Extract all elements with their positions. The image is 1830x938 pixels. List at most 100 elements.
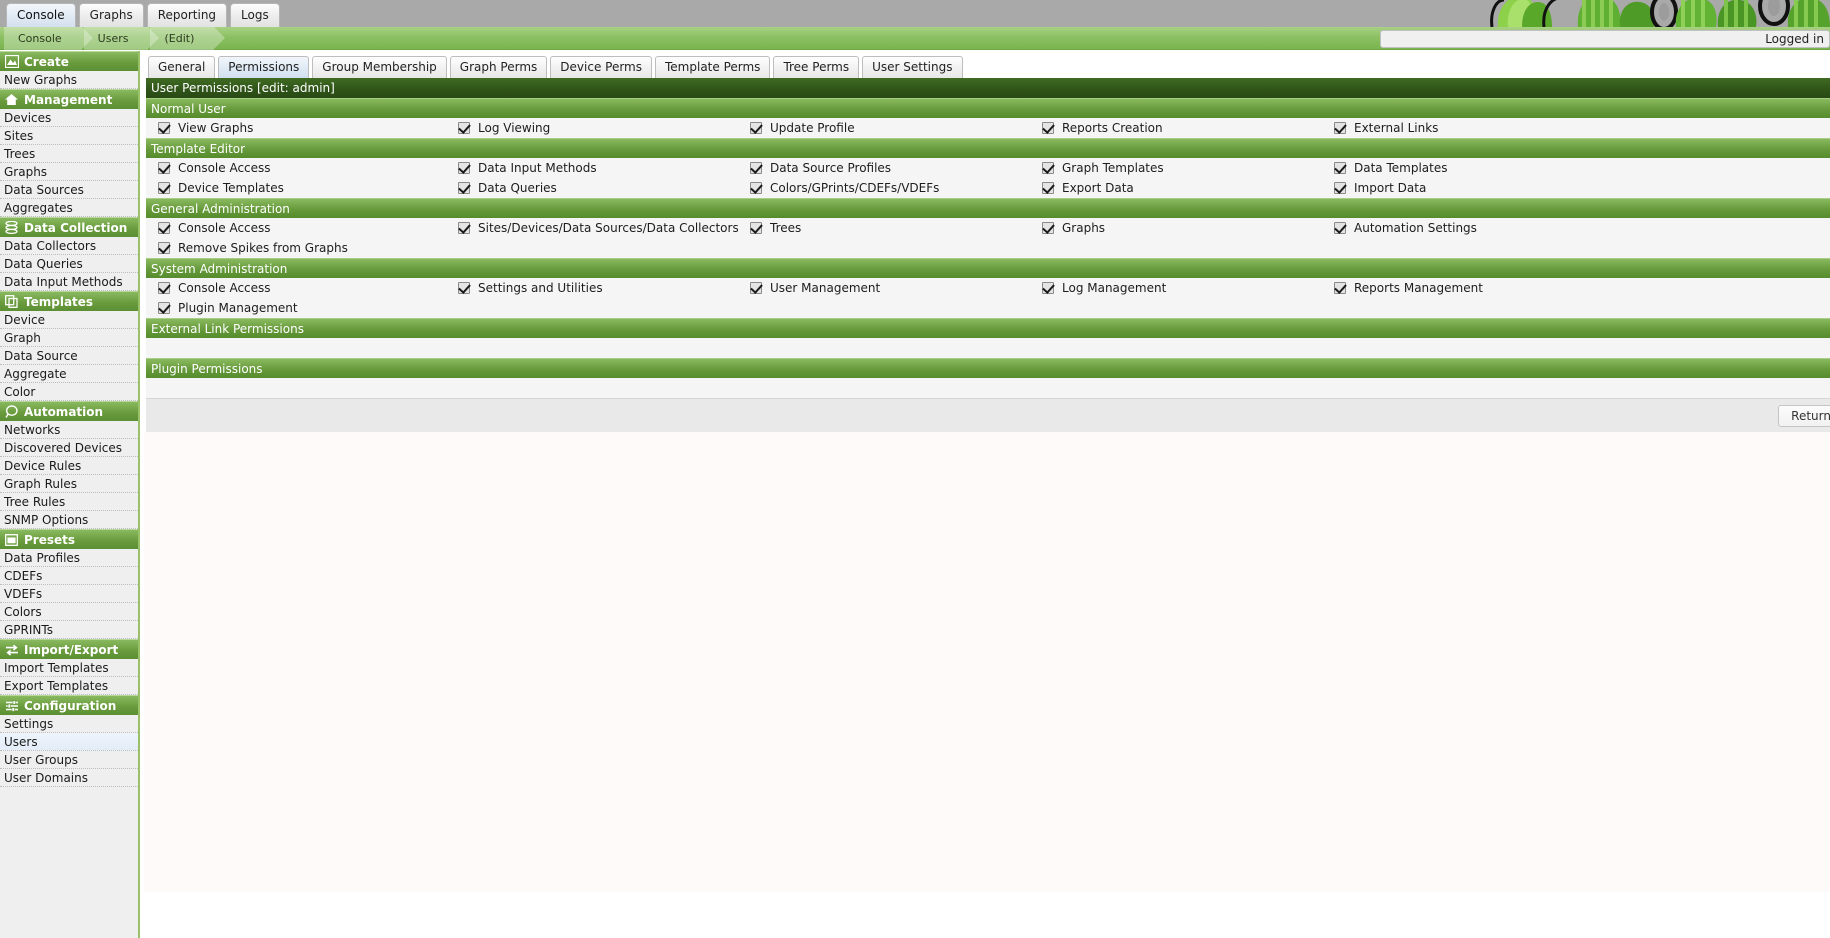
sidebar-item-device[interactable]: Device xyxy=(0,311,138,329)
tab-device-perms[interactable]: Device Perms xyxy=(550,56,652,78)
tab-permissions[interactable]: Permissions xyxy=(218,56,310,78)
permission-plugin-management[interactable]: Plugin Management xyxy=(146,298,446,318)
permission-data-queries[interactable]: Data Queries xyxy=(446,178,738,198)
sidebar-group-data-collection[interactable]: Data Collection xyxy=(0,217,138,237)
top-tab-logs[interactable]: Logs xyxy=(230,3,280,27)
sidebar-item-data-source[interactable]: Data Source xyxy=(0,347,138,365)
sidebar-item-aggregate[interactable]: Aggregate xyxy=(0,365,138,383)
checkbox[interactable] xyxy=(158,302,170,314)
tab-graph-perms[interactable]: Graph Perms xyxy=(449,56,548,78)
sidebar-group-presets[interactable]: Presets xyxy=(0,529,138,549)
permission-log-management[interactable]: Log Management xyxy=(1030,278,1322,298)
header-search-box[interactable] xyxy=(1380,30,1830,48)
sidebar-item-export-templates[interactable]: Export Templates xyxy=(0,677,138,695)
permission-trees[interactable]: Trees xyxy=(738,218,1030,238)
checkbox[interactable] xyxy=(158,122,170,134)
sidebar-item-graphs[interactable]: Graphs xyxy=(0,163,138,181)
checkbox[interactable] xyxy=(458,282,470,294)
sidebar-item-settings[interactable]: Settings xyxy=(0,715,138,733)
permission-import-data[interactable]: Import Data xyxy=(1322,178,1614,198)
sidebar-item-user-groups[interactable]: User Groups xyxy=(0,751,138,769)
permission-external-links[interactable]: External Links xyxy=(1322,118,1614,138)
sidebar-item-users[interactable]: Users xyxy=(0,733,138,751)
tab-template-perms[interactable]: Template Perms xyxy=(655,56,771,78)
checkbox[interactable] xyxy=(1334,222,1346,234)
sidebar-item-discovered-devices[interactable]: Discovered Devices xyxy=(0,439,138,457)
checkbox[interactable] xyxy=(458,162,470,174)
checkbox[interactable] xyxy=(1042,162,1054,174)
checkbox[interactable] xyxy=(158,282,170,294)
sidebar-item-cdefs[interactable]: CDEFs xyxy=(0,567,138,585)
permission-data-source-profiles[interactable]: Data Source Profiles xyxy=(738,158,1030,178)
main-navigation-tabs[interactable]: Console Graphs Reporting Logs xyxy=(6,3,280,27)
breadcrumb-item-console[interactable]: Console xyxy=(4,27,93,50)
top-tab-graphs[interactable]: Graphs xyxy=(78,3,144,27)
checkbox[interactable] xyxy=(1042,282,1054,294)
sidebar-group-create[interactable]: Create xyxy=(0,51,138,71)
tab-general[interactable]: General xyxy=(148,56,216,78)
sidebar-item-user-domains[interactable]: User Domains xyxy=(0,769,138,787)
breadcrumb-item-users[interactable]: Users xyxy=(83,27,160,50)
tab-user-settings[interactable]: User Settings xyxy=(862,56,963,78)
sidebar-item-import-templates[interactable]: Import Templates xyxy=(0,659,138,677)
return-button[interactable]: Return xyxy=(1778,405,1830,427)
sidebar-item-data-profiles[interactable]: Data Profiles xyxy=(0,549,138,567)
sidebar-group-configuration[interactable]: Configuration xyxy=(0,695,138,715)
sidebar-group-management[interactable]: Management xyxy=(0,89,138,109)
permission-user-management[interactable]: User Management xyxy=(738,278,1030,298)
checkbox[interactable] xyxy=(1334,282,1346,294)
checkbox[interactable] xyxy=(458,182,470,194)
permission-settings-and-utilities[interactable]: Settings and Utilities xyxy=(446,278,738,298)
checkbox[interactable] xyxy=(750,182,762,194)
permission-data-input-methods[interactable]: Data Input Methods xyxy=(446,158,738,178)
sidebar-item-device-rules[interactable]: Device Rules xyxy=(0,457,138,475)
sidebar-item-data-collectors[interactable]: Data Collectors xyxy=(0,237,138,255)
breadcrumb-item-edit[interactable]: (Edit) xyxy=(150,27,226,50)
sidebar-item-graph[interactable]: Graph xyxy=(0,329,138,347)
checkbox[interactable] xyxy=(1042,182,1054,194)
permission-reports-management[interactable]: Reports Management xyxy=(1322,278,1614,298)
permission-update-profile[interactable]: Update Profile xyxy=(738,118,1030,138)
permission-remove-spikes-from-graphs[interactable]: Remove Spikes from Graphs xyxy=(146,238,446,258)
sidebar-item-snmp-options[interactable]: SNMP Options xyxy=(0,511,138,529)
top-tab-reporting[interactable]: Reporting xyxy=(146,3,228,27)
checkbox[interactable] xyxy=(458,222,470,234)
sidebar-group-automation[interactable]: Automation xyxy=(0,401,138,421)
permission-data-templates[interactable]: Data Templates xyxy=(1322,158,1614,178)
permission-log-viewing[interactable]: Log Viewing xyxy=(446,118,738,138)
tab-group-membership[interactable]: Group Membership xyxy=(312,56,447,78)
checkbox[interactable] xyxy=(750,162,762,174)
sidebar-item-graph-rules[interactable]: Graph Rules xyxy=(0,475,138,493)
permission-colors-gprints-cdefs-vdefs[interactable]: Colors/GPrints/CDEFs/VDEFs xyxy=(738,178,1030,198)
sidebar-item-data-queries[interactable]: Data Queries xyxy=(0,255,138,273)
checkbox[interactable] xyxy=(750,122,762,134)
checkbox[interactable] xyxy=(750,222,762,234)
sidebar-group-import-export[interactable]: Import/Export xyxy=(0,639,138,659)
sidebar-item-networks[interactable]: Networks xyxy=(0,421,138,439)
checkbox[interactable] xyxy=(1334,122,1346,134)
sidebar-item-trees[interactable]: Trees xyxy=(0,145,138,163)
permission-device-templates[interactable]: Device Templates xyxy=(146,178,446,198)
checkbox[interactable] xyxy=(158,182,170,194)
permission-reports-creation[interactable]: Reports Creation xyxy=(1030,118,1322,138)
permission-graph-templates[interactable]: Graph Templates xyxy=(1030,158,1322,178)
permission-export-data[interactable]: Export Data xyxy=(1030,178,1322,198)
checkbox[interactable] xyxy=(158,162,170,174)
sidebar-item-colors[interactable]: Colors xyxy=(0,603,138,621)
checkbox[interactable] xyxy=(1042,122,1054,134)
permission-console-access-general[interactable]: Console Access xyxy=(146,218,446,238)
permission-graphs[interactable]: Graphs xyxy=(1030,218,1322,238)
checkbox[interactable] xyxy=(750,282,762,294)
checkbox[interactable] xyxy=(1334,162,1346,174)
sidebar-item-data-sources[interactable]: Data Sources xyxy=(0,181,138,199)
checkbox[interactable] xyxy=(458,122,470,134)
sidebar-item-data-input-methods[interactable]: Data Input Methods xyxy=(0,273,138,291)
sidebar-item-devices[interactable]: Devices xyxy=(0,109,138,127)
permission-console-access-template[interactable]: Console Access xyxy=(146,158,446,178)
tab-tree-perms[interactable]: Tree Perms xyxy=(773,56,860,78)
permission-view-graphs[interactable]: View Graphs xyxy=(146,118,446,138)
checkbox[interactable] xyxy=(1334,182,1346,194)
sidebar-item-sites[interactable]: Sites xyxy=(0,127,138,145)
checkbox[interactable] xyxy=(1042,222,1054,234)
sidebar-item-aggregates[interactable]: Aggregates xyxy=(0,199,138,217)
